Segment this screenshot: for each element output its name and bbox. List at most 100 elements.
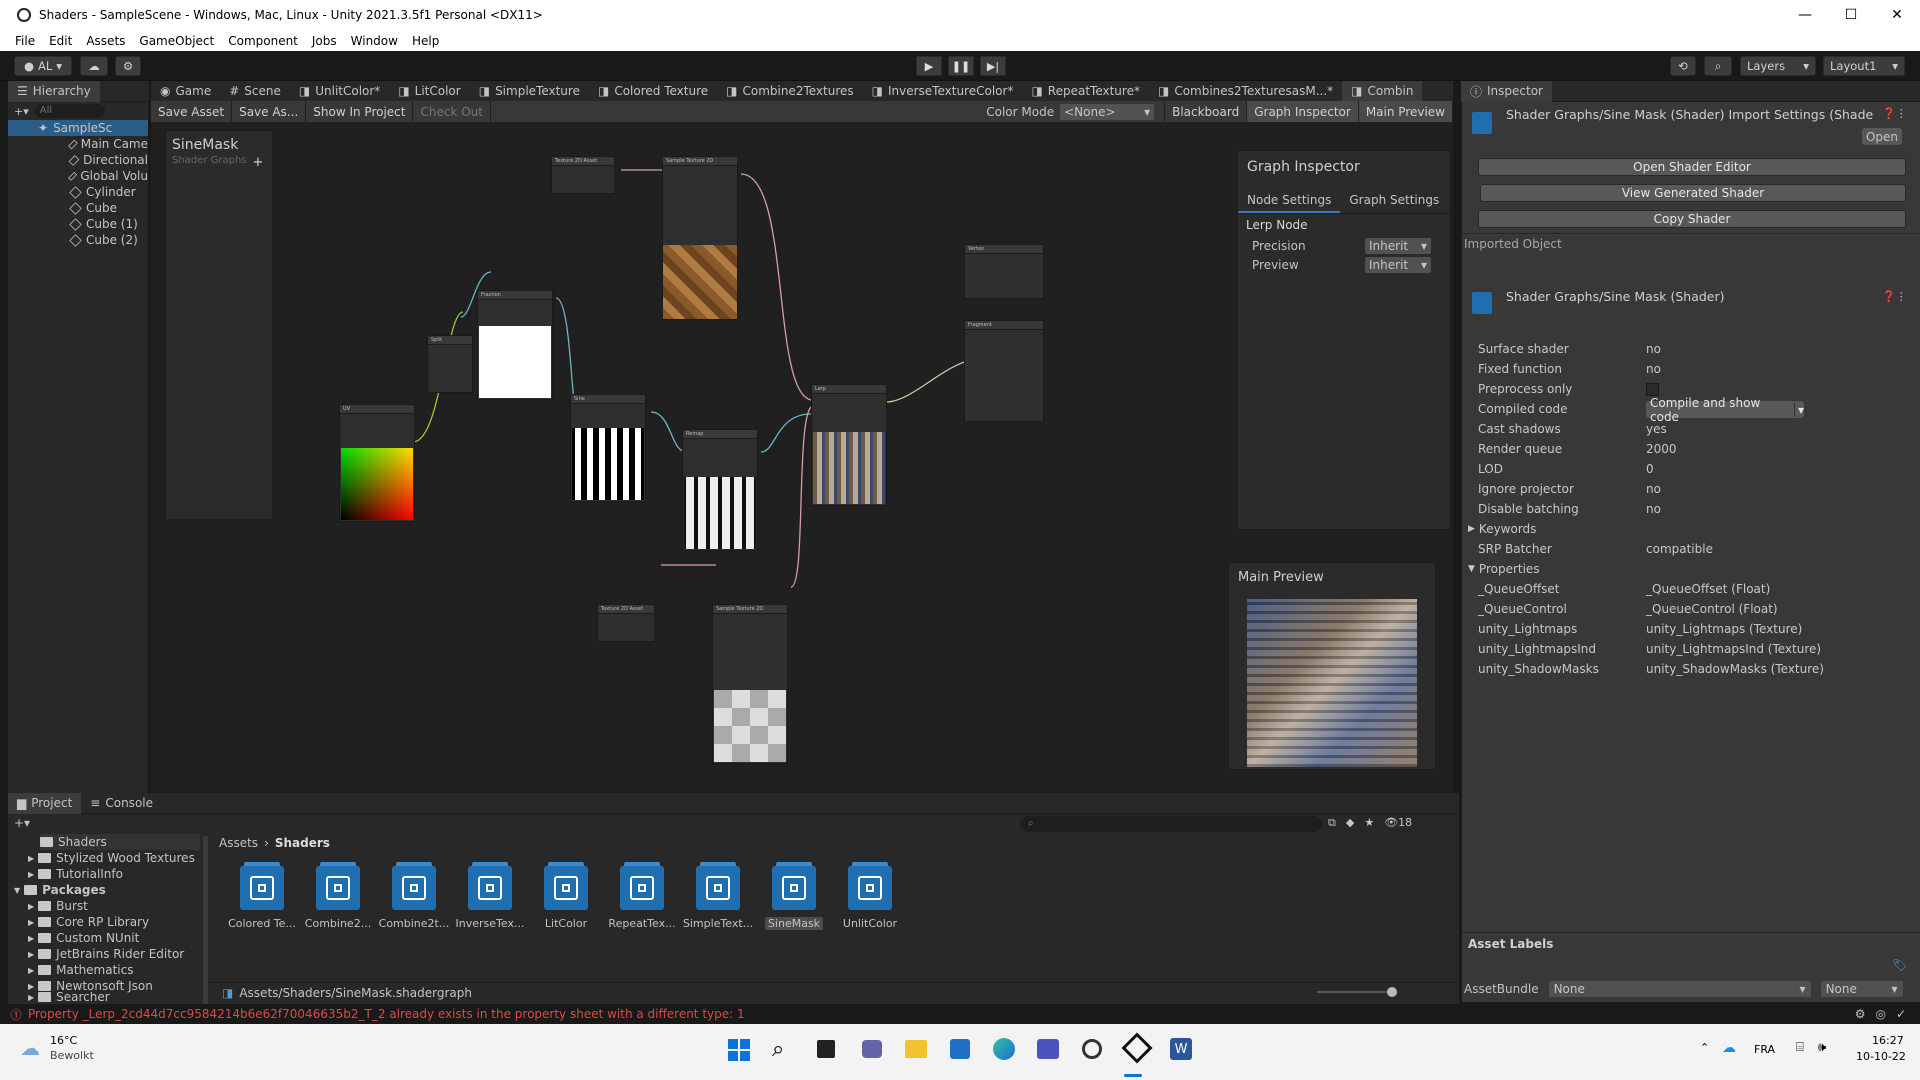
tree-item[interactable]: ▶ TutorialInfo	[28, 866, 123, 882]
teams-icon[interactable]	[1037, 1039, 1059, 1059]
tab-scene[interactable]: # Scene	[220, 81, 290, 102]
edge-icon[interactable]	[993, 1038, 1015, 1060]
file-explorer-icon[interactable]	[905, 1040, 927, 1058]
texture-asset-node[interactable]: Texture 2D Asset	[597, 604, 655, 642]
tab-hierarchy[interactable]: ☰ Hierarchy	[8, 80, 100, 102]
check-out-button[interactable]: Check Out	[413, 101, 491, 122]
tree-item[interactable]: ▶ JetBrains Rider Editor	[28, 946, 184, 962]
tab-inspector[interactable]: ⓘ Inspector	[1461, 80, 1552, 102]
menu-component[interactable]: Component	[221, 34, 305, 48]
tree-item[interactable]: ▶ Searcher	[28, 992, 110, 1002]
lerp-node[interactable]: Lerp	[811, 384, 887, 506]
menu-jobs[interactable]: Jobs	[305, 34, 344, 48]
tree-item[interactable]: ▶ Core RP Library	[28, 914, 149, 930]
tab-shadergraph[interactable]: ◨ SimpleTexture	[470, 81, 589, 102]
word-icon[interactable]: W	[1170, 1038, 1192, 1060]
add-icon[interactable]: +▾	[14, 105, 29, 118]
breadcrumb-root[interactable]: Assets	[219, 836, 258, 850]
color-mode-dropdown[interactable]: <None> ▾	[1060, 103, 1155, 120]
maximize-icon[interactable]: ☐	[1828, 0, 1874, 30]
asset-item[interactable]: Combine2t...	[378, 862, 450, 946]
list-item[interactable]: Cylinder	[8, 184, 148, 200]
keywords-foldout[interactable]: ▶ Keywords	[1468, 520, 1536, 538]
tab-shadergraph[interactable]: ◨ Combine2Textures	[717, 81, 863, 102]
preview-cube-image[interactable]	[1247, 599, 1417, 767]
blackboard-toggle[interactable]: Blackboard	[1164, 101, 1248, 122]
asset-item[interactable]: Colored Te...	[226, 862, 298, 946]
play-button[interactable]: ▶	[916, 56, 942, 76]
tree-scrollbar[interactable]	[203, 836, 208, 1004]
tab-shadergraph[interactable]: ◨ Colored Texture	[589, 81, 717, 102]
shader-graph-canvas[interactable]: SineMask Shader Graphs + Texture 2D Asset…	[151, 122, 1453, 792]
tab-shadergraph[interactable]: ◨ RepeatTexture*	[1022, 81, 1149, 102]
error-message[interactable]: Property _Lerp_2cd44d7cc9584214b6e62f700…	[28, 1007, 745, 1021]
texture-asset-node[interactable]: Texture 2D Asset	[551, 156, 615, 194]
menu-edit[interactable]: Edit	[42, 34, 79, 48]
variant-dropdown[interactable]: None ▾	[1820, 981, 1903, 997]
unity-hub-icon[interactable]	[1082, 1039, 1102, 1059]
sample-texture-node[interactable]: Sample Texture 2D	[662, 156, 738, 320]
breadcrumb-current[interactable]: Shaders	[275, 836, 330, 850]
sample-texture-node[interactable]: Sample Texture 2D	[712, 604, 788, 764]
open-shader-editor-button[interactable]: Open Shader Editor	[1478, 158, 1906, 176]
chat-icon[interactable]	[862, 1040, 882, 1058]
layers-dropdown[interactable]: Layers ▾	[1740, 56, 1816, 76]
preview-dropdown[interactable]: Inherit ▾	[1365, 256, 1431, 273]
precision-dropdown[interactable]: Inherit ▾	[1365, 237, 1431, 254]
close-icon[interactable]: ✕	[1874, 0, 1920, 30]
asset-item[interactable]: InverseTex...	[454, 862, 526, 946]
list-item[interactable]: Cube (2)	[8, 232, 148, 248]
clock-date[interactable]: 10-10-22	[1856, 1050, 1906, 1063]
label-tag-icon[interactable]: 🏷	[1892, 958, 1907, 972]
menu-file[interactable]: File	[0, 34, 42, 48]
menu-window[interactable]: Window	[344, 34, 405, 48]
sine-node[interactable]: Sine	[570, 394, 646, 502]
tree-item[interactable]: ▶ Custom NUnit	[28, 930, 139, 946]
task-view-icon[interactable]	[817, 1040, 835, 1058]
help-icon[interactable]: ❓⋮	[1882, 290, 1907, 303]
unity-editor-icon[interactable]	[1121, 1032, 1153, 1064]
tree-item[interactable]: ▶ Burst	[28, 898, 88, 914]
step-button[interactable]: ▶|	[980, 56, 1006, 76]
tree-item[interactable]: ▶ Stylized Wood Textures	[28, 850, 195, 866]
start-icon[interactable]	[728, 1039, 750, 1061]
tab-shadergraph[interactable]: ◨ Combines2TexturesasM...*	[1149, 81, 1342, 102]
clock-time[interactable]: 16:27	[1872, 1034, 1904, 1047]
cache-icon[interactable]: ◎	[1875, 1007, 1885, 1021]
save-as-button[interactable]: Save As...	[232, 101, 307, 122]
store-icon[interactable]	[950, 1039, 970, 1059]
list-item[interactable]: Cube (1)	[8, 216, 148, 232]
show-in-project-button[interactable]: Show In Project	[306, 101, 414, 122]
icon-size-slider[interactable]	[1317, 987, 1397, 997]
asset-item[interactable]: RepeatTex...	[606, 862, 678, 946]
cloud-icon[interactable]: ☁	[80, 56, 108, 76]
onedrive-icon[interactable]: ☁	[1722, 1040, 1736, 1056]
language-indicator[interactable]: FRA	[1754, 1043, 1775, 1056]
chevron-up-icon[interactable]: ⌃	[1700, 1041, 1709, 1054]
list-item[interactable]: Cube	[8, 200, 148, 216]
pause-button[interactable]: ❚❚	[948, 56, 974, 76]
fragment-master-node[interactable]: Fragment	[964, 320, 1044, 422]
debug-icon[interactable]: ⚙	[1855, 1007, 1866, 1021]
weather-temp[interactable]: 16°C	[50, 1034, 77, 1047]
menu-help[interactable]: Help	[405, 34, 446, 48]
open-button[interactable]: Open	[1862, 128, 1902, 145]
vertex-master-node[interactable]: Vertex	[964, 244, 1044, 299]
weather-desc[interactable]: Bewolkt	[50, 1049, 94, 1062]
scene-row[interactable]: ✦ SampleSc	[8, 120, 148, 136]
uv-node[interactable]: UV	[339, 404, 415, 522]
hierarchy-search-input[interactable]: All	[34, 104, 105, 118]
copy-shader-button[interactable]: Copy Shader	[1478, 210, 1906, 228]
help-icon[interactable]: ❓⋮	[1882, 107, 1907, 120]
tree-item[interactable]: ▶ Mathematics	[28, 962, 134, 978]
tab-console[interactable]: ≡ Console	[81, 793, 162, 814]
minimize-icon[interactable]: —	[1782, 0, 1828, 30]
graph-inspector-toggle[interactable]: Graph Inspector	[1247, 101, 1359, 122]
assetbundle-dropdown[interactable]: None ▾	[1548, 981, 1811, 997]
preprocess-checkbox[interactable]	[1646, 383, 1659, 396]
fraction-node[interactable]: Fraction	[477, 290, 553, 400]
layout-dropdown[interactable]: Layout1 ▾	[1823, 56, 1905, 76]
main-preview-toggle[interactable]: Main Preview	[1358, 101, 1453, 122]
label-filter-icon[interactable]: ◆	[1346, 816, 1354, 830]
tab-shadergraph[interactable]: ◨ LitColor	[389, 81, 469, 102]
